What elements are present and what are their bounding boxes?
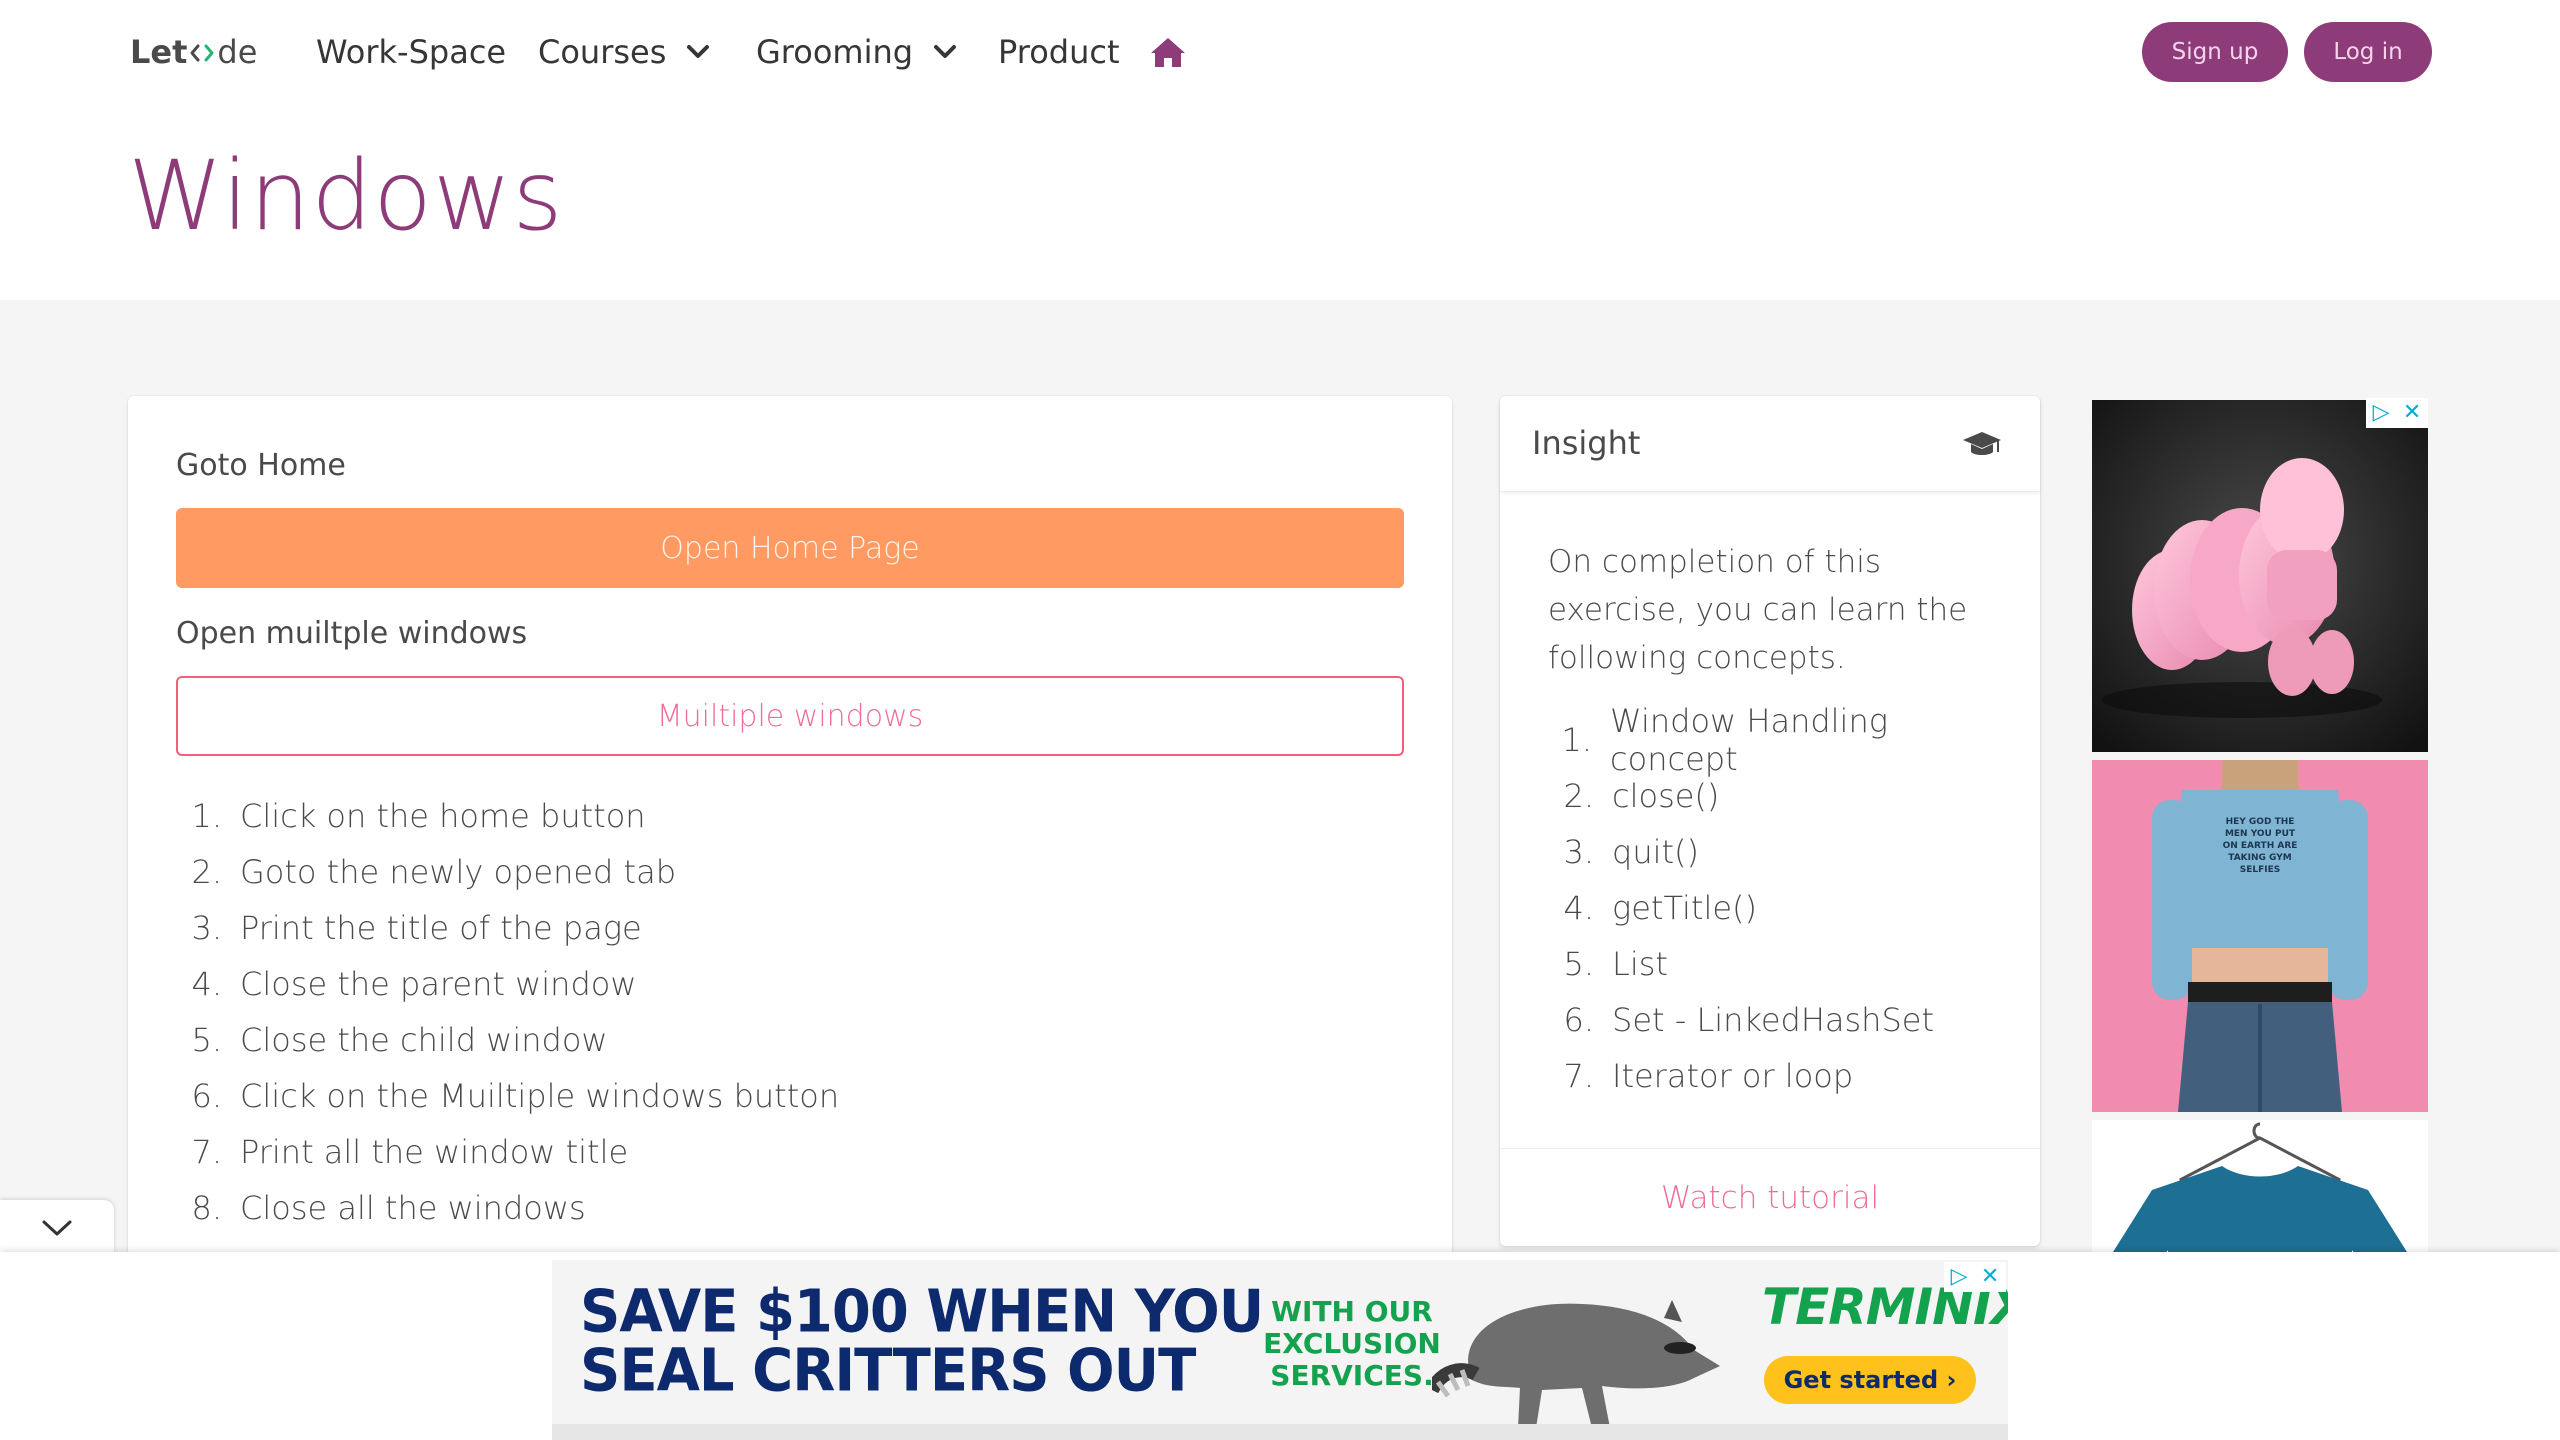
insight-title: Insight (1532, 424, 1641, 462)
get-started-button[interactable]: Get started › (1764, 1356, 1976, 1404)
insight-card: Insight On completion of this exercise, … (1500, 396, 2040, 1246)
navbar: Let de Work-Space Courses Grooming Produ… (0, 0, 2560, 104)
banner-headline: SAVE $100 WHEN YOU SEAL CRITTERS OUT (580, 1277, 1264, 1405)
nav-item-courses[interactable]: Courses (538, 30, 710, 74)
page-title: Windows (128, 140, 564, 252)
raccoon-image (1432, 1300, 1720, 1428)
insight-intro: On completion of this exercise, you can … (1548, 544, 1968, 676)
list-item: 2. Goto the newly opened tab (191, 853, 676, 891)
list-item: 1. Window Handling concept (1561, 702, 1888, 778)
ad-choices-icon[interactable]: ▷ (2373, 402, 2390, 424)
goto-home-label: Goto Home (176, 448, 346, 483)
signup-button[interactable]: Sign up (2142, 22, 2288, 82)
banner-strip (552, 1424, 2008, 1440)
tshirt-model-image (2092, 760, 2428, 1112)
exercise-card: Goto Home Open Home Page Open muiltple w… (128, 396, 1452, 1256)
terminix-banner-ad[interactable]: SAVE $100 WHEN YOU SEAL CRITTERS OUT WIT… (552, 1260, 2008, 1440)
open-multiple-label: Open muiltple windows (176, 616, 528, 651)
ad-choices-icon[interactable]: ▷ (1951, 1266, 1968, 1288)
code-brackets-icon (190, 44, 214, 62)
list-item: 6. Set - LinkedHashSet (1563, 1001, 1934, 1039)
nav-item-label: Work-Space (316, 33, 507, 71)
nav-item-workspace[interactable]: Work-Space (316, 30, 506, 74)
insight-header: Insight (1500, 396, 2040, 492)
ad-controls: ▷ ✕ (1944, 1262, 2006, 1292)
nav-item-label: Courses (538, 33, 667, 71)
steps-list: 1. Click on the home button 2. Goto the ne… (176, 788, 1376, 1236)
list-item: 7. Print all the window title (191, 1133, 629, 1171)
multiple-windows-button[interactable]: Muiltiple windows (176, 676, 1404, 756)
list-item: 1. Click on the home button (191, 797, 646, 835)
list-item: 6. Click on the Muiltiple windows button (191, 1077, 840, 1115)
bottom-ad-bar: SAVE $100 WHEN YOU SEAL CRITTERS OUT WIT… (0, 1252, 2560, 1440)
tshirt-text: HEY GOD THE MEN YOU PUT ON EARTH ARE TAK… (2222, 817, 2298, 875)
list-item: 5. Close the child window (191, 1021, 608, 1059)
chevron-down-icon (687, 45, 710, 58)
close-icon[interactable]: ✕ (1981, 1266, 1999, 1288)
sculpture-image (2092, 400, 2428, 752)
ad-image-sculpture[interactable] (2092, 400, 2428, 752)
logo[interactable]: Let de (130, 30, 257, 74)
logo-suffix: de (217, 33, 258, 71)
watch-tutorial-link[interactable]: Watch tutorial (1500, 1148, 2040, 1246)
list-item: 5. List (1563, 945, 1668, 983)
banner-subtext: WITH OUR EXCLUSION SERVICES. (1263, 1295, 1441, 1392)
ad-image-hanger[interactable] (2092, 1120, 2428, 1252)
close-icon[interactable]: ✕ (2403, 402, 2421, 424)
hanger-tshirt-image (2092, 1120, 2428, 1252)
concepts-list: 1. Window Handling concept 2. close() 3. qu… (1548, 702, 2008, 1104)
nav-item-label: Grooming (756, 33, 914, 71)
graduation-cap-icon (1963, 432, 2001, 455)
nav-item-grooming[interactable]: Grooming (756, 30, 957, 74)
list-item: 4. getTitle() (1563, 889, 1757, 927)
list-item: 4. Close the parent window (191, 965, 637, 1003)
list-item: 3. Print the title of the page (191, 909, 642, 947)
home-icon[interactable] (1150, 36, 1186, 68)
nav-item-label: Product (998, 33, 1120, 71)
chevron-down-icon (42, 1220, 72, 1236)
chevron-down-icon (934, 45, 957, 58)
list-item: 3. quit() (1563, 833, 1699, 871)
open-home-page-button[interactable]: Open Home Page (176, 508, 1404, 588)
hero-section: Let de Work-Space Courses Grooming Produ… (0, 0, 2560, 300)
side-ad[interactable]: HEY GOD THE MEN YOU PUT ON EARTH ARE TAK… (2092, 400, 2428, 1252)
login-button[interactable]: Log in (2304, 22, 2432, 82)
ad-controls: ▷ ✕ (2366, 398, 2428, 428)
list-item: 7. Iterator or loop (1563, 1057, 1854, 1095)
logo-prefix: Let (130, 33, 188, 71)
collapse-ad-button[interactable] (0, 1200, 114, 1256)
ad-image-tshirt[interactable]: HEY GOD THE MEN YOU PUT ON EARTH ARE TAK… (2092, 760, 2428, 1112)
nav-item-product[interactable]: Product (998, 30, 1120, 74)
list-item: 8. Close all the windows (191, 1189, 586, 1227)
